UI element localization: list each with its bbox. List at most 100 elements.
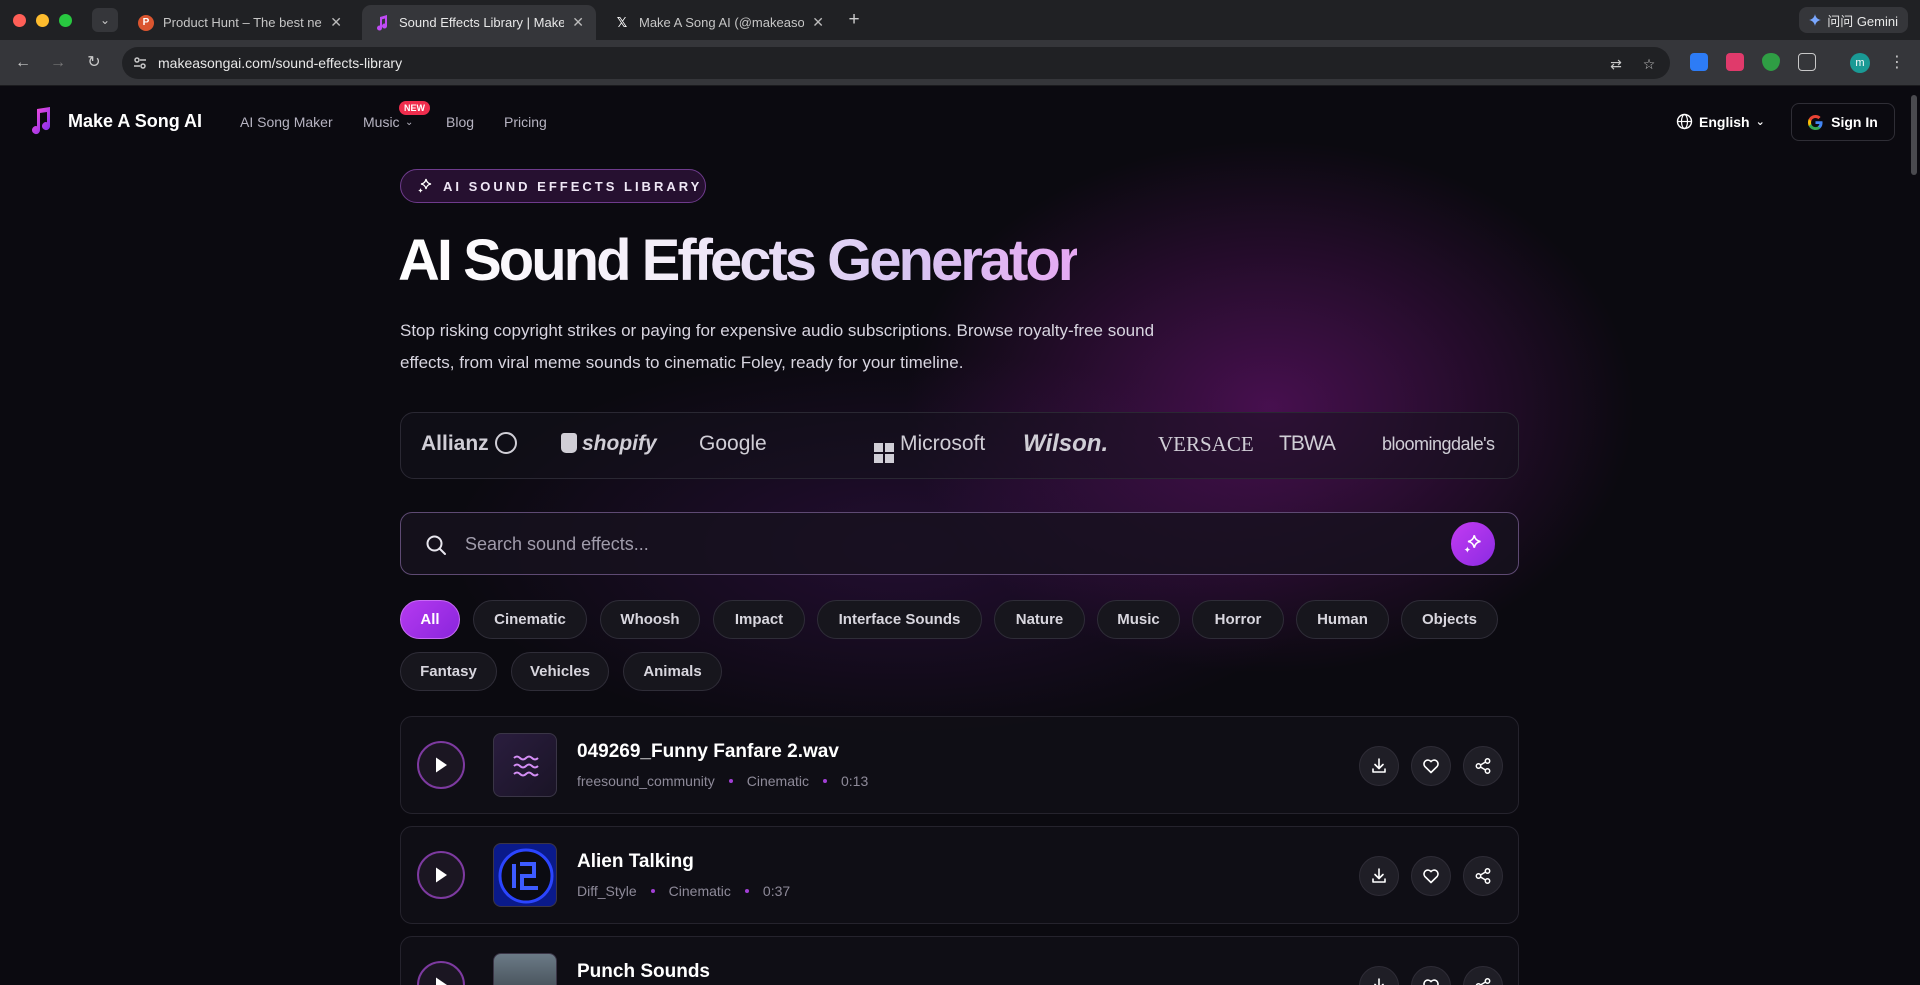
favorite-button[interactable] [1411, 966, 1451, 985]
browser-tab-producthunt[interactable]: P Product Hunt – The best new ✕ [126, 5, 354, 40]
new-tab-button[interactable]: + [842, 8, 866, 32]
sound-author[interactable]: Diff_Style [577, 883, 637, 899]
site-settings-icon[interactable] [132, 55, 148, 71]
play-icon [436, 977, 447, 985]
close-tab-icon[interactable]: ✕ [572, 14, 584, 31]
translate-icon[interactable]: ⇄ [1608, 56, 1624, 72]
sparkles-icon [418, 178, 432, 193]
close-tab-icon[interactable]: ✕ [812, 14, 824, 31]
extensions-puzzle-icon[interactable] [1798, 53, 1816, 71]
heart-icon [1423, 759, 1439, 774]
tab-search-button[interactable]: ⌄ [92, 8, 118, 32]
reload-button[interactable]: ↻ [83, 52, 105, 74]
category-chip-nature[interactable]: Nature [994, 600, 1085, 639]
shield-extension-icon[interactable] [1762, 53, 1780, 71]
sign-in-button[interactable]: Sign In [1791, 103, 1895, 141]
forward-button[interactable]: → [47, 52, 69, 74]
nav-music[interactable]: Music [363, 114, 400, 130]
category-chip-vehicles[interactable]: Vehicles [511, 652, 609, 691]
download-button[interactable] [1359, 856, 1399, 896]
sound-list-item[interactable]: 049269_Funny Fanfare 2.wav freesound_com… [400, 716, 1519, 814]
download-extension-icon[interactable] [1690, 53, 1708, 71]
browser-tab-bar: ⌄ P Product Hunt – The best new ✕ Sound … [0, 0, 1920, 40]
category-chip-animals[interactable]: Animals [623, 652, 722, 691]
allianz-logo: Allianz [421, 432, 517, 456]
download-button[interactable] [1359, 966, 1399, 985]
category-chip-whoosh[interactable]: Whoosh [600, 600, 700, 639]
page-content: Make A Song AI AI Song Maker Music ⌄ NEW… [0, 87, 1920, 985]
producthunt-favicon-icon: P [138, 14, 154, 31]
sound-title[interactable]: Punch Sounds [577, 961, 710, 983]
category-chip-objects[interactable]: Objects [1401, 600, 1498, 639]
browser-tab-x[interactable]: 𝕏 Make A Song AI (@makeason ✕ [602, 5, 836, 40]
page-title: AI Sound Effects Generator [398, 228, 1080, 293]
sound-list-item[interactable]: Alien Talking Diff_Style Cinematic 0:37 [400, 826, 1519, 924]
translate-extension-icon[interactable] [1726, 53, 1744, 71]
play-icon [436, 757, 447, 773]
maximize-window-button[interactable] [59, 14, 72, 27]
sound-author[interactable]: freesound_community [577, 773, 715, 789]
shopify-logo: shopify [561, 432, 657, 456]
brand-name[interactable]: Make A Song AI [68, 111, 202, 132]
share-button[interactable] [1463, 746, 1503, 786]
sound-title[interactable]: Alien Talking [577, 851, 694, 873]
nav-ai-song-maker[interactable]: AI Song Maker [240, 114, 333, 130]
library-tag-label: AI SOUND EFFECTS LIBRARY [443, 178, 703, 194]
category-chip-interface-sounds[interactable]: Interface Sounds [817, 600, 982, 639]
url-text: makeasongai.com/sound-effects-library [158, 55, 403, 71]
music-note-logo-icon[interactable] [28, 107, 52, 135]
close-window-button[interactable] [13, 14, 26, 27]
category-chip-human[interactable]: Human [1296, 600, 1389, 639]
minimize-window-button[interactable] [36, 14, 49, 27]
language-selector[interactable]: English ⌄ [1676, 113, 1765, 130]
address-bar-row: ← → ↻ makeasongai.com/sound-effects-libr… [0, 40, 1920, 86]
separator-dot [650, 889, 655, 893]
category-chip-music[interactable]: Music [1097, 600, 1180, 639]
alien-logo-icon [498, 848, 554, 904]
category-chip-cinematic[interactable]: Cinematic [473, 600, 587, 639]
bookmark-star-icon[interactable]: ☆ [1641, 56, 1657, 72]
search-input[interactable] [465, 531, 1425, 557]
download-button[interactable] [1359, 746, 1399, 786]
nav-blog[interactable]: Blog [446, 114, 474, 130]
nav-pricing[interactable]: Pricing [504, 114, 547, 130]
browser-tab-sound-effects[interactable]: Sound Effects Library | Make ✕ [362, 5, 596, 40]
play-button[interactable] [417, 851, 465, 899]
sound-meta: freesound_community Cinematic 0:13 [577, 773, 868, 789]
page-scrollbar[interactable] [1911, 95, 1917, 175]
wilson-logo: Wilson. [1023, 430, 1109, 457]
google-logo: Google [699, 432, 767, 455]
google-g-icon [1808, 114, 1823, 130]
omnibox[interactable]: makeasongai.com/sound-effects-library ⇄ … [122, 47, 1670, 79]
versace-logo: VERSACE [1158, 432, 1254, 456]
gemini-button[interactable]: 问问 Gemini [1799, 7, 1908, 33]
share-button[interactable] [1463, 966, 1503, 985]
chevron-down-icon[interactable]: ⌄ [405, 117, 413, 128]
close-tab-icon[interactable]: ✕ [330, 14, 342, 31]
share-icon [1475, 868, 1491, 884]
share-button[interactable] [1463, 856, 1503, 896]
favorite-button[interactable] [1411, 856, 1451, 896]
profile-avatar[interactable]: m [1850, 53, 1870, 73]
browser-menu-icon[interactable]: ⋮ [1886, 52, 1908, 74]
new-badge: NEW [399, 101, 430, 115]
sound-list-item[interactable]: Punch Sounds [400, 936, 1519, 985]
play-button[interactable] [417, 961, 465, 985]
search-bar [400, 512, 1519, 575]
library-tag: AI SOUND EFFECTS LIBRARY [400, 169, 706, 203]
category-chip-fantasy[interactable]: Fantasy [400, 652, 497, 691]
back-button[interactable]: ← [12, 52, 34, 74]
category-chip-impact[interactable]: Impact [713, 600, 805, 639]
sound-duration: 0:37 [762, 883, 791, 899]
language-label: English [1699, 113, 1750, 130]
sound-title[interactable]: 049269_Funny Fanfare 2.wav [577, 741, 839, 763]
favorite-button[interactable] [1411, 746, 1451, 786]
play-button[interactable] [417, 741, 465, 789]
sound-category[interactable]: Cinematic [669, 883, 731, 899]
category-chip-horror[interactable]: Horror [1192, 600, 1284, 639]
share-icon [1475, 978, 1491, 985]
sound-category[interactable]: Cinematic [747, 773, 809, 789]
category-chip-all[interactable]: All [400, 600, 460, 639]
gemini-sparkle-icon [1809, 14, 1822, 26]
ai-search-button[interactable] [1451, 522, 1495, 566]
